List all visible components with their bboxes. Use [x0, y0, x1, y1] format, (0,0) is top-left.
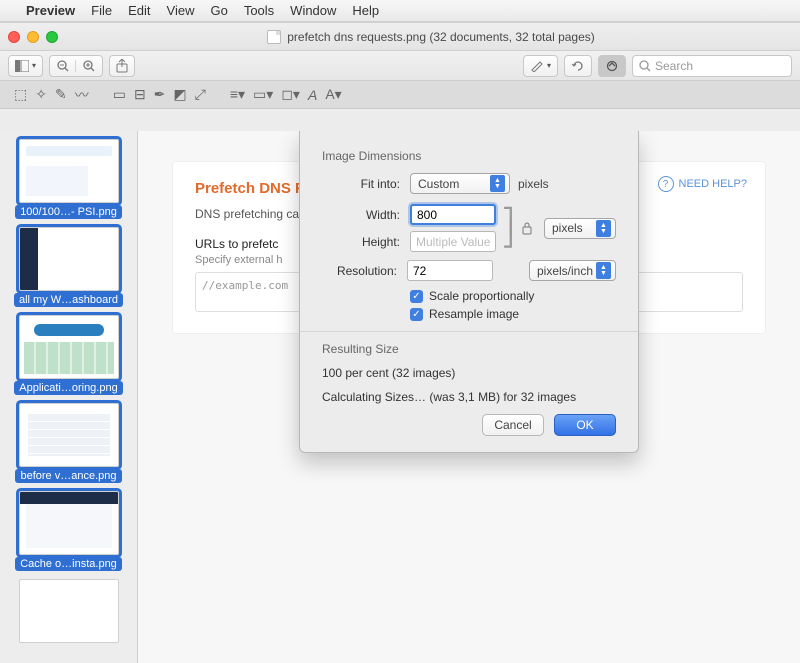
search-field[interactable]: Search [632, 55, 792, 77]
resample-image-checkbox[interactable]: ✓ Resample image [410, 307, 616, 321]
zoom-window-button[interactable] [46, 31, 58, 43]
menu-edit[interactable]: Edit [128, 3, 150, 18]
font-style-icon[interactable]: A [308, 87, 317, 103]
minimize-window-button[interactable] [27, 31, 39, 43]
text-tool-icon[interactable]: ⊟ [134, 86, 146, 103]
resolution-unit-select[interactable]: pixels/inch ▲▼ [529, 260, 616, 281]
chevron-updown-icon: ▲▼ [596, 262, 611, 279]
chevron-updown-icon: ▲▼ [490, 175, 505, 192]
zoom-out-button[interactable] [50, 60, 76, 72]
search-placeholder: Search [655, 59, 693, 73]
share-button[interactable] [109, 55, 135, 77]
zoom-in-button[interactable] [76, 60, 102, 72]
app-name[interactable]: Preview [26, 3, 75, 18]
adjust-size-sheet: Image Dimensions Fit into: Custom ▲▼ pix… [299, 131, 639, 453]
adjust-color-icon[interactable]: ◩ [173, 86, 186, 103]
resolution-input[interactable] [407, 260, 493, 281]
border-color-icon[interactable]: ▭▾ [253, 86, 273, 103]
thumbnail-item[interactable]: Applicati…oring.png [8, 315, 129, 395]
macos-menubar: Preview File Edit View Go Tools Window H… [0, 0, 800, 22]
section-resulting-size: Resulting Size [322, 342, 616, 356]
menu-help[interactable]: Help [352, 3, 379, 18]
need-help-link[interactable]: ? NEED HELP? [658, 176, 747, 192]
thumbnail-item[interactable]: Cache o…insta.png [8, 491, 129, 571]
preview-window: prefetch dns requests.png (32 documents,… [0, 22, 800, 663]
traffic-lights [8, 31, 58, 43]
fit-into-unit: pixels [518, 177, 549, 191]
result-percent-text: 100 per cent (32 images) [322, 366, 616, 380]
scale-proportionally-checkbox[interactable]: ✓ Scale proportionally [410, 289, 616, 303]
sketch-tool-icon[interactable]: 〰 [75, 85, 89, 105]
adjust-size-icon[interactable]: ⤢ [195, 86, 206, 103]
thumbnail-item[interactable] [8, 579, 129, 643]
section-image-dimensions: Image Dimensions [322, 149, 616, 163]
view-mode-button[interactable]: ▾ [8, 55, 43, 77]
thumbnail-sidebar[interactable]: 100/100…- PSI.png all my W…ashboard Appl… [0, 131, 138, 663]
resolution-label: Resolution: [322, 264, 397, 278]
wh-unit-select[interactable]: pixels ▲▼ [544, 218, 616, 239]
thumbnail-item[interactable]: all my W…ashboard [8, 227, 129, 307]
menu-view[interactable]: View [167, 3, 195, 18]
lock-aspect-icon[interactable] [516, 221, 538, 235]
markup-toolbar: ⬚ ✧ ✎ 〰 ▭ ⊟ ✒ ◩ ⤢ ≡▾ ▭▾ ◻▾ A A▾ [0, 81, 800, 109]
thumbnail-item[interactable]: 100/100…- PSI.png [8, 139, 129, 219]
fit-into-label: Fit into: [322, 177, 400, 191]
chevron-updown-icon: ▲▼ [596, 220, 611, 237]
markup-toggle-button[interactable] [598, 55, 626, 77]
line-style-icon[interactable]: ≡▾ [230, 86, 245, 103]
document-icon [267, 30, 281, 44]
width-input[interactable] [410, 204, 496, 225]
checkmark-icon: ✓ [410, 308, 423, 321]
main-area: 100/100…- PSI.png all my W…ashboard Appl… [0, 131, 800, 663]
checkmark-icon: ✓ [410, 290, 423, 303]
shapes-tool-icon[interactable]: ▭ [113, 86, 126, 103]
search-icon [639, 60, 651, 72]
window-titlebar: prefetch dns requests.png (32 documents,… [0, 23, 800, 51]
cancel-button[interactable]: Cancel [482, 414, 544, 436]
window-title-container: prefetch dns requests.png (32 documents,… [70, 30, 792, 44]
ok-button[interactable]: OK [554, 414, 616, 436]
close-window-button[interactable] [8, 31, 20, 43]
highlight-button[interactable]: ▾ [523, 55, 558, 77]
fit-into-select[interactable]: Custom ▲▼ [410, 173, 510, 194]
sign-tool-icon[interactable]: ✒ [154, 86, 166, 103]
primary-toolbar: ▾ ▾ Search [0, 51, 800, 81]
result-calculating-text: Calculating Sizes… (was 3,1 MB) for 32 i… [322, 390, 616, 404]
height-input[interactable] [410, 231, 496, 252]
height-label: Height: [322, 235, 400, 249]
menu-file[interactable]: File [91, 3, 112, 18]
rotate-button[interactable] [564, 55, 592, 77]
content-canvas: ? NEED HELP? Prefetch DNS Re DNS prefetc… [138, 131, 800, 663]
width-label: Width: [322, 208, 400, 222]
zoom-button-group [49, 55, 103, 77]
menu-window[interactable]: Window [290, 3, 336, 18]
fill-color-icon[interactable]: ◻▾ [281, 86, 300, 103]
selection-tool-icon[interactable]: ⬚ [14, 86, 27, 103]
font-options-icon[interactable]: A▾ [325, 86, 341, 103]
window-title: prefetch dns requests.png (32 documents,… [287, 30, 595, 44]
menu-tools[interactable]: Tools [244, 3, 274, 18]
menu-go[interactable]: Go [210, 3, 227, 18]
help-icon: ? [658, 176, 674, 192]
draw-tool-icon[interactable]: ✎ [55, 86, 67, 103]
instant-alpha-icon[interactable]: ✧ [35, 86, 47, 103]
thumbnail-item[interactable]: before v…ance.png [8, 403, 129, 483]
